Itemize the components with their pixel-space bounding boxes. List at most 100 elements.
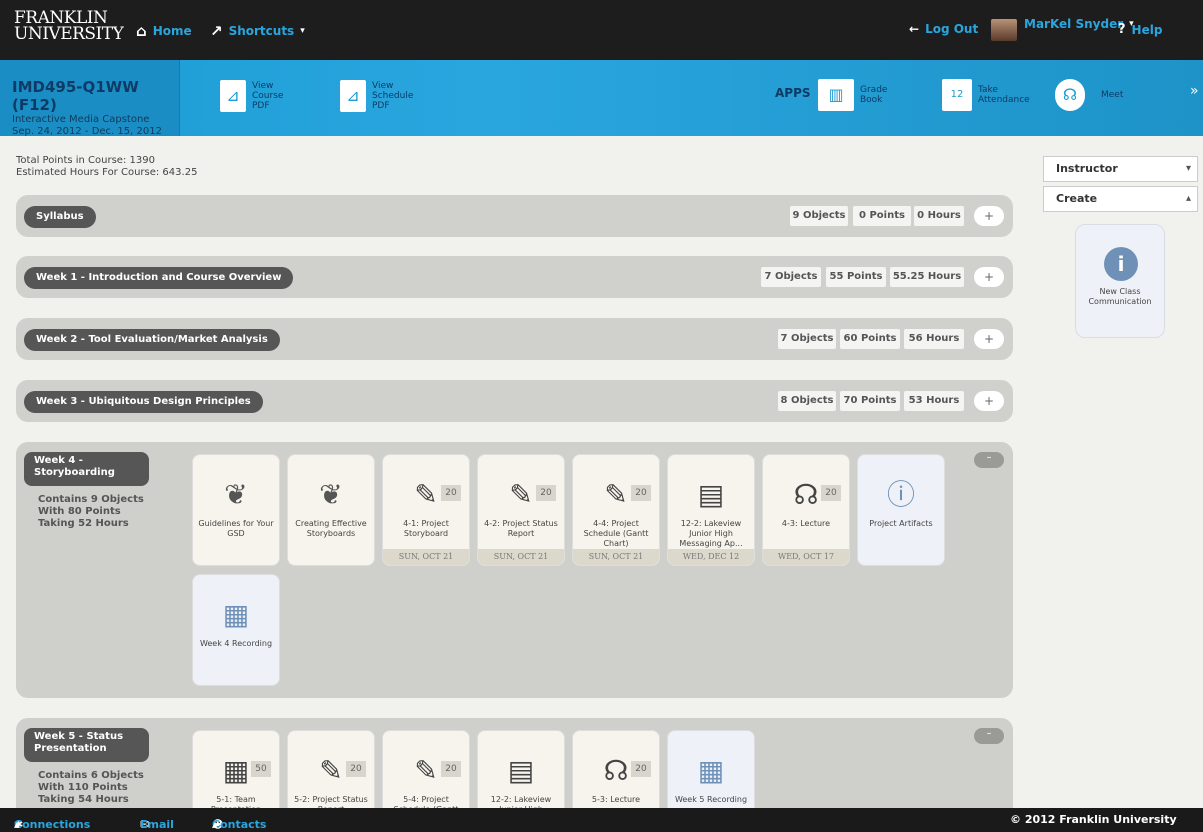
avatar[interactable] (991, 19, 1017, 41)
hours-summary: Taking 54 Hours (38, 794, 129, 805)
week-title-line2: Storyboarding (34, 467, 115, 478)
user-name: MarKel Snyder (1024, 17, 1124, 31)
logout-link[interactable]: ← Log Out (909, 22, 978, 36)
take-attendance-button[interactable]: 12 Take Attendance (942, 79, 1030, 111)
create-dropdown[interactable]: Create ▴ (1043, 186, 1198, 212)
logout-label: Log Out (925, 22, 979, 36)
estimated-hours: Estimated Hours For Course: 643.25 (16, 167, 198, 178)
chevron-down-icon: ▾ (1185, 163, 1191, 174)
tile-storyboards[interactable]: ❦ Creating Effective Storyboards (287, 454, 375, 566)
expand-button[interactable]: + (974, 206, 1004, 226)
week-title-line1: Week 4 - (34, 455, 83, 466)
home-link[interactable]: ⌂ Home (136, 22, 192, 40)
tile-12-2[interactable]: ▤ 12-2: Lakeview Junior High Messaging A… (667, 454, 755, 566)
points-count: 60 Points (840, 329, 900, 349)
create-label: Create (1056, 192, 1098, 205)
tile-project-artifacts[interactable]: ⓘ Project Artifacts (857, 454, 945, 566)
franklin-logo[interactable]: FRANKLIN UNIVERSITY (14, 10, 124, 43)
grade-line1: Grade (860, 85, 888, 95)
week-title[interactable]: Week 2 - Tool Evaluation/Market Analysis (24, 329, 280, 351)
view-course-pdf[interactable]: ⊿ View Course PDF (220, 80, 283, 112)
tile-label: Guidelines for Your GSD (198, 519, 274, 538)
instructor-label: Instructor (1056, 162, 1118, 175)
hours-count: 55.25 Hours (890, 267, 964, 287)
tile-4-1[interactable]: ✎ 20 4-1: Project Storyboard SUN, OCT 21 (382, 454, 470, 566)
pencil-icon: ✎ (414, 754, 438, 787)
chevron-up-icon: ▴ (1185, 193, 1191, 204)
expand-button[interactable]: + (974, 329, 1004, 349)
view-course-label: View Course PDF (252, 81, 283, 111)
points-count: 70 Points (840, 391, 900, 411)
footer: ✱ Connections ▴ ✉ Email ☻ Contacts ▴ © 2… (0, 808, 1203, 832)
tile-week4-recording[interactable]: ▦ Week 4 Recording (192, 574, 280, 686)
shortcuts-menu[interactable]: ↗ Shortcuts ▾ (210, 22, 305, 40)
week-title[interactable]: Week 4 - Storyboarding (24, 452, 149, 486)
apps-label: APPS (775, 86, 811, 100)
view-schedule-label: View Schedule PDF (372, 81, 413, 111)
points-badge: 50 (251, 761, 271, 777)
tile-label: Week 4 Recording (199, 639, 273, 648)
collapse-button[interactable]: – (974, 452, 1004, 468)
pdf-icon: ⊿ (220, 80, 246, 112)
meet-label: Meet (1101, 90, 1124, 100)
headset-icon: ☊ (1055, 79, 1085, 111)
contacts-label: Contacts (212, 818, 267, 831)
objects-count: 7 Objects (761, 267, 821, 287)
grade-book-label: Grade Book (860, 85, 887, 105)
expand-button[interactable]: + (974, 391, 1004, 411)
pdf-icon: ⊿ (340, 80, 366, 112)
view-schedule-line2: Schedule (372, 91, 414, 101)
tile-4-3[interactable]: ☊ 20 4-3: Lecture WED, OCT 17 (762, 454, 850, 566)
view-schedule-pdf[interactable]: ⊿ View Schedule PDF (340, 80, 413, 112)
view-course-line2: Course (252, 91, 284, 101)
info-icon: i (1104, 247, 1138, 281)
course-dates: Sep. 24, 2012 - Dec. 15, 2012 (12, 126, 162, 137)
view-course-line1: View (252, 81, 274, 91)
week-summary: Contains 9 Objects With 80 Points Taking… (38, 494, 144, 530)
week-title[interactable]: Week 1 - Introduction and Course Overvie… (24, 267, 294, 289)
pencil-icon: ✎ (319, 754, 343, 787)
hours-count: 53 Hours (904, 391, 964, 411)
week-title[interactable]: Week 5 - Status Presentation (24, 728, 149, 762)
tile-label: 4-1: Project Storyboard (403, 519, 449, 538)
take-attendance-label: Take Attendance (978, 85, 1030, 105)
home-label: Home (152, 24, 192, 38)
grade-book-button[interactable]: ▥ Grade Book (818, 79, 887, 111)
expand-button[interactable]: + (974, 267, 1004, 287)
points-badge: 20 (821, 485, 841, 501)
copyright: © 2012 Franklin University (1010, 813, 1177, 826)
new-comm-line2: Communication (1088, 297, 1152, 306)
collapse-button[interactable]: – (974, 728, 1004, 744)
help-link[interactable]: ? Help (1118, 22, 1162, 37)
week-title[interactable]: Week 3 - Ubiquitous Design Principles (24, 391, 263, 413)
shortcuts-label: Shortcuts (228, 24, 295, 38)
more-apps-arrow[interactable]: » (1190, 84, 1199, 98)
points-badge: 20 (346, 761, 366, 777)
tile-label: 12-2: Lakeview Junior High Messaging Ap.… (679, 519, 743, 548)
email-label: Email (140, 818, 174, 831)
week-row-2[interactable]: Week 2 - Tool Evaluation/Market Analysis… (16, 318, 1013, 360)
tile-label: 4-4: Project Schedule (Gantt Chart) (583, 519, 649, 548)
points-summary: With 80 Points (38, 506, 121, 517)
tile-4-4[interactable]: ✎ 20 4-4: Project Schedule (Gantt Chart)… (572, 454, 660, 566)
headset-icon: ☊ (793, 478, 819, 511)
instructor-dropdown[interactable]: Instructor ▾ (1043, 156, 1198, 182)
chevron-up-icon: ▴ (212, 818, 218, 831)
tile-4-2[interactable]: ✎ 20 4-2: Project Status Report SUN, OCT… (477, 454, 565, 566)
points-summary: With 110 Points (38, 782, 128, 793)
document-icon: ▤ (507, 754, 535, 787)
tile-guidelines[interactable]: ❦ Guidelines for Your GSD (192, 454, 280, 566)
tile-label: New Class Communication (1080, 287, 1160, 307)
pencil-icon: ✎ (414, 478, 438, 511)
week-row-syllabus[interactable]: Syllabus 9 Objects 0 Points 0 Hours + (16, 195, 1013, 237)
top-nav: FRANKLIN UNIVERSITY ⌂ Home ↗ Shortcuts ▾… (0, 0, 1203, 60)
week-row-1[interactable]: Week 1 - Introduction and Course Overvie… (16, 256, 1013, 298)
new-class-communication-tile[interactable]: i New Class Communication (1075, 224, 1165, 338)
due-date: WED, OCT 17 (763, 549, 849, 565)
week-title[interactable]: Syllabus (24, 206, 96, 228)
week-summary: Contains 6 Objects With 110 Points Takin… (38, 770, 144, 806)
meet-button[interactable]: ☊ Meet (1055, 79, 1123, 111)
calendar-icon: ▦ (222, 598, 250, 631)
week-row-3[interactable]: Week 3 - Ubiquitous Design Principles 8 … (16, 380, 1013, 422)
grade-line2: Book (860, 95, 883, 105)
